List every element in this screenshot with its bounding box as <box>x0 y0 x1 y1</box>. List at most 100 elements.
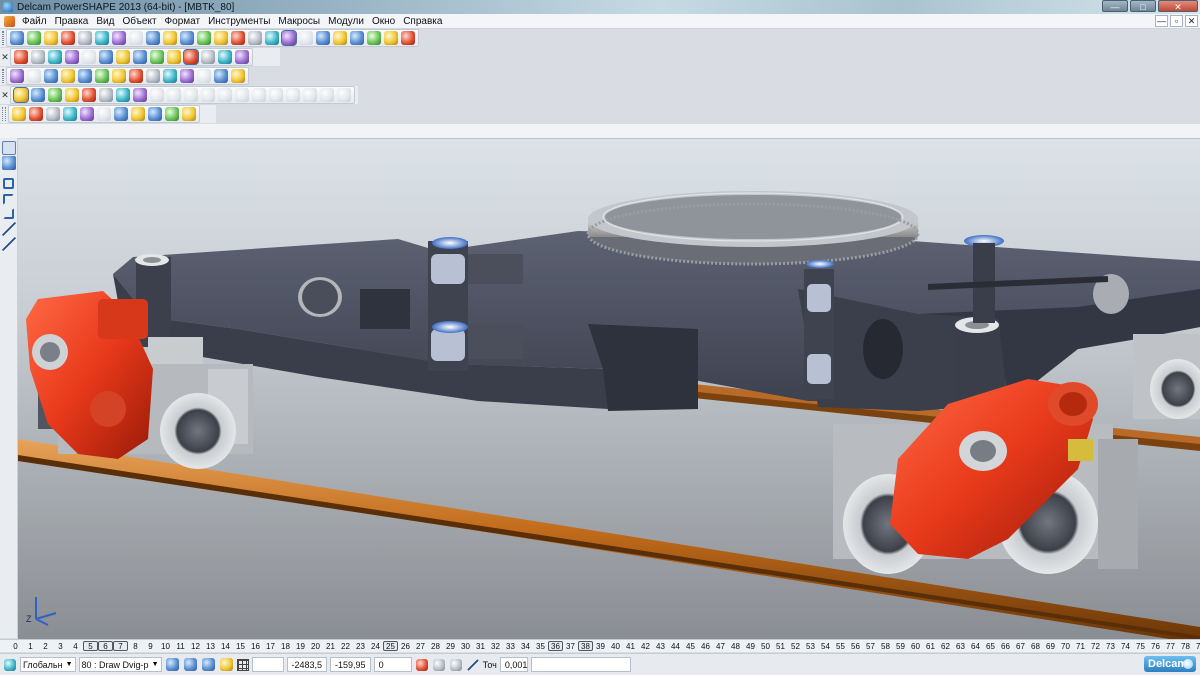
print-icon[interactable] <box>78 31 92 45</box>
zoom-in-icon[interactable] <box>133 50 147 64</box>
new-icon[interactable] <box>10 31 24 45</box>
level-button-13[interactable]: 13 <box>203 642 218 651</box>
level-button-74[interactable]: 74 <box>1118 642 1133 651</box>
level-button-58[interactable]: 58 <box>878 642 893 651</box>
level-button-40[interactable]: 40 <box>608 642 623 651</box>
tolerance-field[interactable]: 0,001 <box>499 657 528 672</box>
view-front-icon[interactable] <box>31 50 45 64</box>
deviation-icon[interactable] <box>46 107 60 121</box>
menu-edit[interactable]: Правка <box>51 14 93 29</box>
level-button-79[interactable]: 79 <box>1193 642 1200 651</box>
sweep-icon[interactable] <box>286 88 300 102</box>
clearance-icon[interactable] <box>80 107 94 121</box>
level-button-16[interactable]: 16 <box>248 642 263 651</box>
scissors-icon[interactable] <box>163 31 177 45</box>
menu-macros[interactable]: Макросы <box>274 14 324 29</box>
selection-icon[interactable] <box>281 30 297 46</box>
curve-icon[interactable] <box>316 31 330 45</box>
menu-tools[interactable]: Инструменты <box>204 14 274 29</box>
level-button-11[interactable]: 11 <box>173 642 188 651</box>
camera-icon[interactable] <box>112 69 126 83</box>
axis-icon[interactable] <box>265 31 279 45</box>
level-button-72[interactable]: 72 <box>1088 642 1103 651</box>
snap-grid-icon[interactable] <box>183 658 197 671</box>
view-side-icon[interactable] <box>65 50 79 64</box>
level-button-65[interactable]: 65 <box>983 642 998 651</box>
level-button-18[interactable]: 18 <box>278 642 293 651</box>
level-button-12[interactable]: 12 <box>188 642 203 651</box>
coord-z-field[interactable]: 0 <box>373 657 412 672</box>
level-button-10[interactable]: 10 <box>158 642 173 651</box>
level-button-19[interactable]: 19 <box>293 642 308 651</box>
wand-icon[interactable] <box>401 31 415 45</box>
level-button-28[interactable]: 28 <box>428 642 443 651</box>
arc-two-point-icon[interactable] <box>3 208 14 219</box>
level-button-4[interactable]: 4 <box>68 642 83 651</box>
level-button-36[interactable]: 36 <box>548 641 563 651</box>
level-button-3[interactable]: 3 <box>53 642 68 651</box>
level-button-34[interactable]: 34 <box>518 642 533 651</box>
toolbar-grip[interactable] <box>2 69 4 83</box>
level-button-22[interactable]: 22 <box>338 642 353 651</box>
save-icon[interactable] <box>61 31 75 45</box>
level-button-6[interactable]: 6 <box>98 641 113 651</box>
toolbar-grip[interactable] <box>2 107 6 121</box>
level-button-32[interactable]: 32 <box>488 642 503 651</box>
menu-modules[interactable]: Модули <box>324 14 368 29</box>
level-button-51[interactable]: 51 <box>773 642 788 651</box>
dimension-icon[interactable] <box>333 31 347 45</box>
zoom-out-icon[interactable] <box>150 50 164 64</box>
snap-point-icon[interactable] <box>201 658 215 671</box>
snap-key-icon[interactable] <box>219 658 233 671</box>
level-button-31[interactable]: 31 <box>473 642 488 651</box>
cut-icon[interactable] <box>95 31 109 45</box>
level-button-54[interactable]: 54 <box>818 642 833 651</box>
palette-icon[interactable] <box>129 69 143 83</box>
wireframe-icon[interactable] <box>31 88 45 102</box>
spin-icon[interactable] <box>201 50 215 64</box>
level-button-27[interactable]: 27 <box>413 642 428 651</box>
doc-minimize-button[interactable]: — <box>1155 15 1168 27</box>
curvature-icon[interactable] <box>29 107 43 121</box>
level-button-21[interactable]: 21 <box>323 642 338 651</box>
level-button-23[interactable]: 23 <box>353 642 368 651</box>
zoom-icon[interactable] <box>116 50 130 64</box>
doc-restore-button[interactable]: ▫ <box>1170 15 1183 27</box>
cube-icon[interactable] <box>146 69 160 83</box>
level-button-29[interactable]: 29 <box>443 642 458 651</box>
light-bulb-icon[interactable] <box>214 69 228 83</box>
level-button-53[interactable]: 53 <box>803 642 818 651</box>
hidden-line-icon[interactable] <box>13 87 29 103</box>
toolbar-close-icon[interactable]: ✕ <box>0 90 10 101</box>
level-button-76[interactable]: 76 <box>1148 642 1163 651</box>
level-button-78[interactable]: 78 <box>1178 642 1193 651</box>
level-button-39[interactable]: 39 <box>593 642 608 651</box>
minimize-button[interactable]: — <box>1102 0 1128 12</box>
coord-y-field[interactable]: -159,95 <box>330 657 371 672</box>
text-icon[interactable] <box>214 31 228 45</box>
level-button-63[interactable]: 63 <box>953 642 968 651</box>
level-button-41[interactable]: 41 <box>623 642 638 651</box>
level-button-68[interactable]: 68 <box>1028 642 1043 651</box>
snap-icon[interactable] <box>165 658 179 671</box>
view-top-icon[interactable] <box>14 50 28 64</box>
level-button-37[interactable]: 37 <box>563 642 578 651</box>
level-button-43[interactable]: 43 <box>653 642 668 651</box>
level-select[interactable]: 80 : Draw Dvig-p ▼ <box>78 657 162 672</box>
level-button-47[interactable]: 47 <box>713 642 728 651</box>
level-button-30[interactable]: 30 <box>458 642 473 651</box>
box-icon[interactable] <box>150 88 164 102</box>
solid-icon[interactable] <box>367 31 381 45</box>
blend-icon[interactable] <box>303 88 317 102</box>
arc-three-point-icon[interactable] <box>3 194 14 205</box>
shaded-icon[interactable] <box>48 88 62 102</box>
level-button-52[interactable]: 52 <box>788 642 803 651</box>
level-button-56[interactable]: 56 <box>848 642 863 651</box>
paint-icon[interactable] <box>61 69 75 83</box>
mass-icon[interactable] <box>114 107 128 121</box>
menu-file[interactable]: Файл <box>18 14 51 29</box>
view-iso-icon[interactable] <box>48 50 62 64</box>
document-menu-icon[interactable] <box>4 15 15 27</box>
close-button[interactable]: ✕ <box>1158 0 1198 12</box>
analysis-icon[interactable] <box>12 107 26 121</box>
